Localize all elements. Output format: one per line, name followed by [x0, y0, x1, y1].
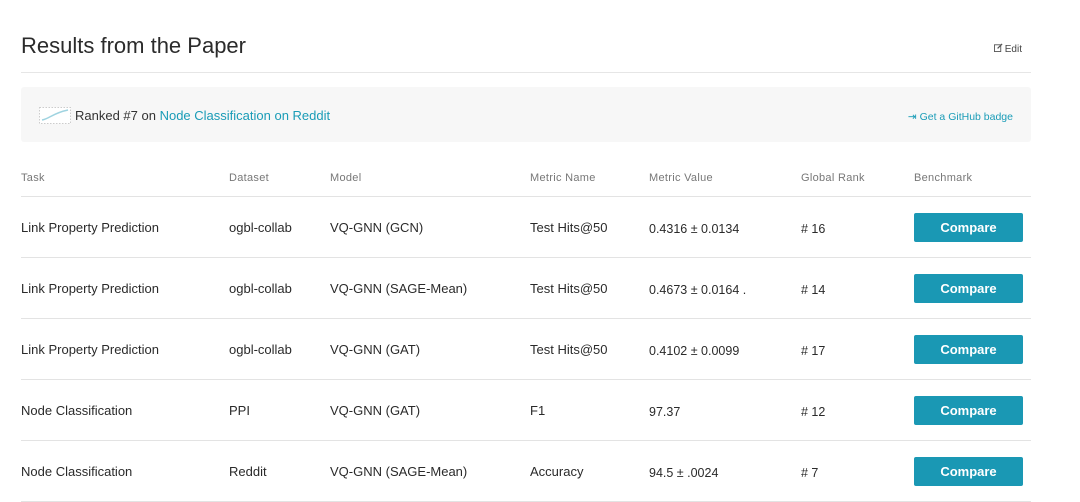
cell-task: Link Property Prediction [21, 257, 229, 319]
cell-benchmark: Compare [914, 379, 1031, 441]
cell-metric-name: Test Hits@50 [530, 257, 649, 319]
cell-metric-name: Accuracy [530, 440, 649, 502]
cell-metric-value: 0.4673 ± 0.0164 . [649, 257, 801, 319]
cell-metric-value: 97.37 [649, 379, 801, 441]
column-header-metric-name: Metric Name [530, 160, 649, 197]
rank-leaderboard-link[interactable]: Node Classification on Reddit [160, 108, 331, 123]
cell-task: Node Classification [21, 440, 229, 502]
edit-icon [993, 43, 1003, 55]
cell-global-rank: # 12 [801, 379, 914, 441]
cell-metric-name: F1 [530, 379, 649, 441]
cell-benchmark: Compare [914, 196, 1031, 258]
rank-banner: Ranked #7 on Node Classification on Redd… [21, 87, 1031, 142]
results-table: Task Dataset Model Metric Name Metric Va… [21, 160, 1031, 502]
compare-button[interactable]: Compare [914, 456, 1023, 486]
cell-task: Link Property Prediction [21, 318, 229, 380]
table-row: Link Property Prediction ogbl-collab VQ-… [21, 196, 1031, 258]
cell-model: VQ-GNN (GAT) [330, 318, 530, 380]
cell-benchmark: Compare [914, 318, 1031, 380]
column-header-dataset: Dataset [229, 160, 330, 197]
column-header-task: Task [21, 160, 229, 197]
cell-metric-value: 94.5 ± .0024 [649, 440, 801, 502]
table-row: Link Property Prediction ogbl-collab VQ-… [21, 257, 1031, 319]
cell-dataset: ogbl-collab [229, 257, 330, 319]
edit-button[interactable]: Edit [993, 43, 1022, 55]
column-header-benchmark: Benchmark [914, 160, 1031, 197]
cell-metric-value: 0.4316 ± 0.0134 [649, 196, 801, 258]
results-header: Results from the Paper Edit [21, 28, 1031, 73]
cell-model: VQ-GNN (GCN) [330, 196, 530, 258]
compare-button[interactable]: Compare [914, 273, 1023, 303]
table-row: Node Classification Reddit VQ-GNN (SAGE-… [21, 440, 1031, 502]
rank-prefix: Ranked #7 on [75, 108, 160, 123]
github-badge-label: Get a GitHub badge [919, 111, 1013, 123]
compare-button[interactable]: Compare [914, 334, 1023, 364]
cell-benchmark: Compare [914, 257, 1031, 319]
column-header-metric-value: Metric Value [649, 160, 801, 197]
github-badge-link[interactable]: ⇥ Get a GitHub badge [908, 111, 1013, 123]
cell-global-rank: # 14 [801, 257, 914, 319]
edit-label: Edit [1004, 43, 1022, 55]
cell-task: Node Classification [21, 379, 229, 441]
cell-global-rank: # 16 [801, 196, 914, 258]
cell-benchmark: Compare [914, 440, 1031, 502]
cell-model: VQ-GNN (SAGE-Mean) [330, 440, 530, 502]
sign-in-arrow-icon: ⇥ [907, 111, 917, 123]
cell-metric-name: Test Hits@50 [530, 318, 649, 380]
cell-global-rank: # 7 [801, 440, 914, 502]
cell-metric-name: Test Hits@50 [530, 196, 649, 258]
cell-dataset: ogbl-collab [229, 318, 330, 380]
compare-button[interactable]: Compare [914, 212, 1023, 242]
cell-dataset: Reddit [229, 440, 330, 502]
cell-task: Link Property Prediction [21, 196, 229, 258]
cell-model: VQ-GNN (GAT) [330, 379, 530, 441]
cell-dataset: ogbl-collab [229, 196, 330, 258]
column-header-model: Model [330, 160, 530, 197]
rank-text: Ranked #7 on Node Classification on Redd… [75, 108, 330, 123]
cell-dataset: PPI [229, 379, 330, 441]
column-header-global-rank: Global Rank [801, 160, 914, 197]
table-row: Node Classification PPI VQ-GNN (GAT) F1 … [21, 379, 1031, 441]
sota-thumbnail-icon [39, 107, 71, 124]
cell-model: VQ-GNN (SAGE-Mean) [330, 257, 530, 319]
cell-metric-value: 0.4102 ± 0.0099 [649, 318, 801, 380]
page-title: Results from the Paper [21, 33, 246, 58]
table-header-row: Task Dataset Model Metric Name Metric Va… [21, 160, 1031, 197]
table-row: Link Property Prediction ogbl-collab VQ-… [21, 318, 1031, 380]
compare-button[interactable]: Compare [914, 395, 1023, 425]
cell-global-rank: # 17 [801, 318, 914, 380]
